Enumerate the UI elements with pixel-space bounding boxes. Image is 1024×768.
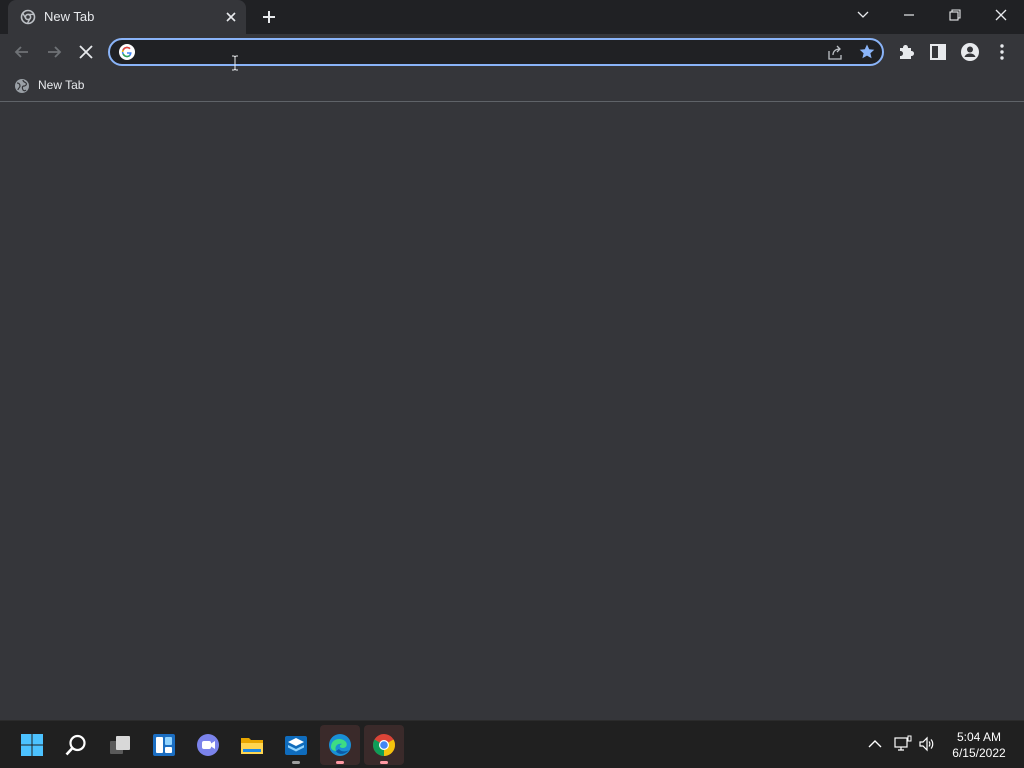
minimize-icon[interactable] <box>894 3 924 27</box>
folder-icon <box>241 738 263 754</box>
restore-icon[interactable] <box>940 3 970 27</box>
chat-button[interactable] <box>188 725 228 765</box>
address-bar[interactable] <box>108 38 884 66</box>
system-clock[interactable]: 5:04 AM 6/15/2022 <box>944 729 1014 761</box>
address-input[interactable] <box>142 42 802 62</box>
taskbar: 5:04 AM 6/15/2022 <box>0 720 1024 768</box>
title-bar: New Tab <box>0 0 1024 34</box>
close-icon[interactable] <box>224 10 238 24</box>
chrome-button[interactable] <box>364 725 404 765</box>
chevron-down-icon[interactable] <box>848 3 878 27</box>
globe-icon <box>15 79 29 93</box>
task-view-button[interactable] <box>100 725 140 765</box>
edge-icon <box>329 734 351 756</box>
profile-icon[interactable] <box>959 41 981 63</box>
file-explorer-button[interactable] <box>232 725 272 765</box>
google-icon <box>119 44 135 60</box>
tab-new-tab[interactable]: New Tab <box>8 0 246 34</box>
window-close-icon[interactable] <box>986 3 1016 27</box>
search-button[interactable] <box>56 725 96 765</box>
edge-button[interactable] <box>320 725 360 765</box>
clock-date: 6/15/2022 <box>952 746 1006 760</box>
chevron-up-icon[interactable] <box>866 735 884 753</box>
windows-icon <box>21 734 43 756</box>
widgets-icon <box>153 734 175 756</box>
search-icon <box>65 734 86 756</box>
clock-time: 5:04 AM <box>956 730 1002 744</box>
running-indicator <box>336 761 344 764</box>
store-button[interactable] <box>276 725 316 765</box>
tab-title: New Tab <box>44 9 95 24</box>
running-indicator <box>380 761 388 764</box>
puzzle-icon[interactable] <box>895 41 917 63</box>
bookmark-label: New Tab <box>38 78 85 92</box>
chrome-tab-icon <box>20 9 36 25</box>
browser-toolbar <box>0 34 1024 70</box>
network-icon[interactable] <box>894 735 912 753</box>
page-content <box>0 103 1024 720</box>
share-icon[interactable] <box>826 44 844 62</box>
task-view-icon <box>110 736 130 754</box>
volume-icon[interactable] <box>918 735 936 753</box>
chat-icon <box>197 734 219 756</box>
bookmarks-bar: New Tab <box>0 70 1024 102</box>
forward-arrow-icon[interactable] <box>43 41 65 63</box>
text-cursor-icon <box>232 55 238 71</box>
star-icon[interactable] <box>858 43 876 61</box>
chrome-icon <box>373 734 395 756</box>
side-panel-icon[interactable] <box>927 41 949 63</box>
store-icon <box>285 736 307 755</box>
back-arrow-icon[interactable] <box>11 41 33 63</box>
kebab-menu-icon[interactable] <box>991 41 1013 63</box>
stop-icon[interactable] <box>75 41 97 63</box>
start-button[interactable] <box>12 725 52 765</box>
widgets-button[interactable] <box>144 725 184 765</box>
plus-icon[interactable] <box>258 6 280 28</box>
running-indicator <box>292 761 300 764</box>
